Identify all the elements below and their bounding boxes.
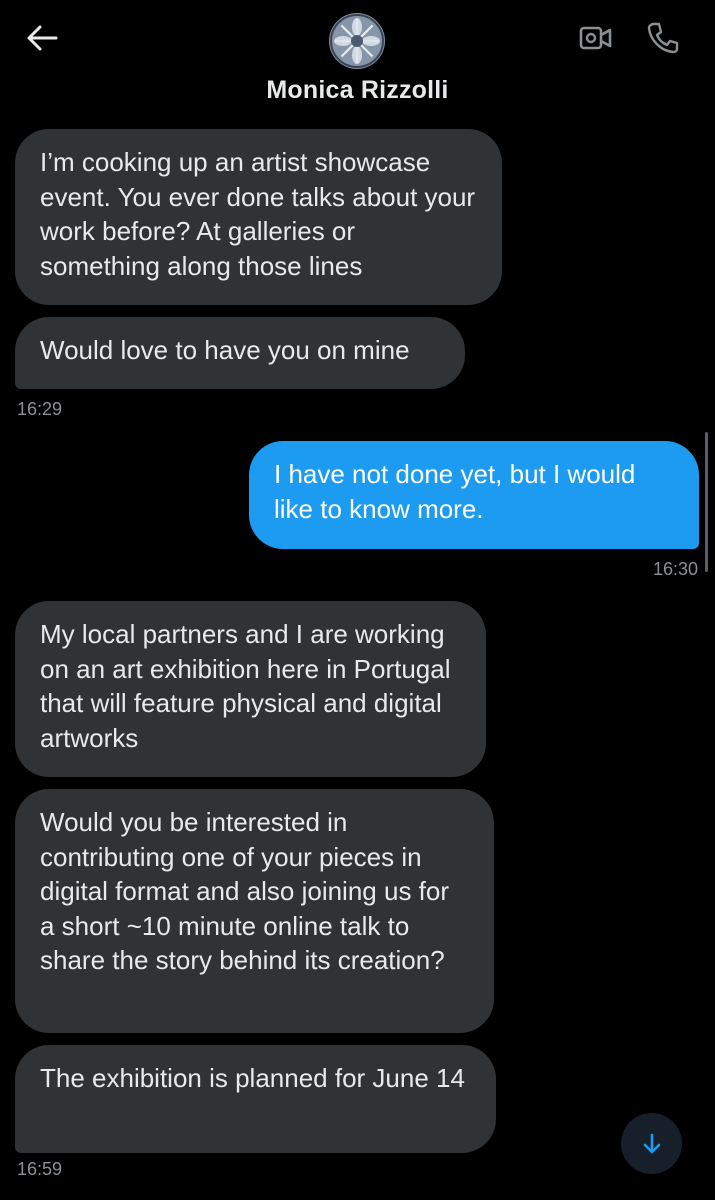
scroll-to-bottom-button[interactable] xyxy=(621,1113,682,1174)
voice-call-button[interactable] xyxy=(642,18,684,58)
arrow-down-icon xyxy=(643,1133,660,1153)
message-text: I’m cooking up an artist showcase event.… xyxy=(40,147,476,281)
message-text: The exhibition is planned for June 14 xyxy=(40,1063,465,1093)
incoming-message[interactable]: Would you be interested in contributing … xyxy=(15,789,494,1033)
phone-icon xyxy=(647,22,679,54)
back-button[interactable] xyxy=(22,20,62,56)
incoming-message[interactable]: Would love to have you on mine xyxy=(15,317,465,389)
incoming-message[interactable]: I’m cooking up an artist showcase event.… xyxy=(15,129,502,305)
outgoing-message[interactable]: I have not done yet, but I would like to… xyxy=(249,441,699,549)
message-text: Would love to have you on mine xyxy=(40,335,410,365)
message-timestamp: 16:30 xyxy=(652,559,698,579)
contact-name[interactable]: Monica Rizzolli xyxy=(0,76,715,105)
avatar[interactable] xyxy=(329,13,385,69)
message-text: Would you be interested in contributing … xyxy=(40,807,450,975)
incoming-message[interactable]: The exhibition is planned for June 14 xyxy=(15,1045,496,1153)
message-text: My local partners and I are working on a… xyxy=(40,619,451,753)
incoming-message[interactable]: My local partners and I are working on a… xyxy=(15,601,486,777)
avatar-image xyxy=(330,14,384,68)
video-camera-icon xyxy=(579,26,612,50)
conversation-header: Monica Rizzolli xyxy=(0,0,715,122)
message-text: I have not done yet, but I would like to… xyxy=(274,459,636,524)
video-call-button[interactable] xyxy=(576,20,616,56)
message-timestamp: 16:59 xyxy=(17,1159,63,1179)
message-timestamp: 16:29 xyxy=(17,399,63,419)
scrollbar[interactable] xyxy=(705,432,708,572)
arrow-left-icon xyxy=(27,25,58,51)
